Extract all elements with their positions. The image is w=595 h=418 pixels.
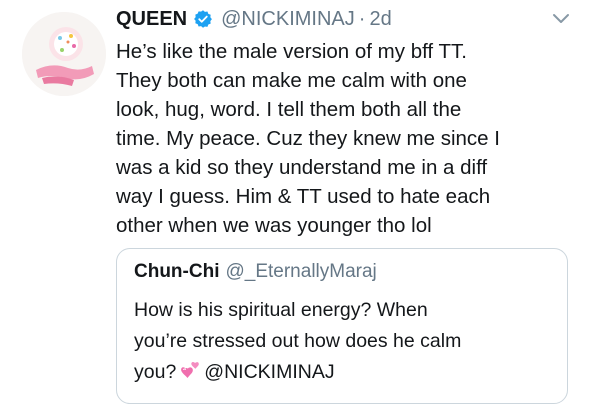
timestamp[interactable]: 2d — [369, 8, 391, 31]
tweet-text-line: was a kid so they understand me in a dif… — [116, 156, 488, 179]
avatar[interactable] — [22, 12, 106, 96]
quoted-text-fragment: you? — [134, 361, 177, 383]
tweet-text-line: way I guess. Him & TT used to hate each — [116, 185, 491, 208]
tweet-text-line: time. My peace. Cuz they knew me since I — [116, 127, 500, 150]
tweet-text: He’s like the male version of my bff TT.… — [116, 37, 580, 240]
quoted-text-line: How is his spiritual energy? When — [134, 299, 428, 321]
avatar-image — [22, 12, 106, 96]
two-hearts-emoji-icon — [180, 360, 202, 380]
quoted-tweet-header: Chun-Chi @_EternallyMaraj — [134, 261, 377, 283]
tweet-header: QUEEN @NICKIMINAJ · 2d — [116, 5, 392, 33]
quoted-user-handle[interactable]: @_EternallyMaraj — [225, 261, 376, 282]
tweet-text-line: other when we was younger tho lol — [116, 214, 432, 237]
tweet-text-line: look, hug, word. I tell them both all th… — [116, 98, 462, 121]
display-name[interactable]: QUEEN — [116, 8, 187, 31]
quoted-text-line-last: you? @NICKIMINAJ — [134, 357, 559, 388]
tweet-card: QUEEN @NICKIMINAJ · 2d He’s like the mal… — [0, 0, 595, 418]
quoted-display-name[interactable]: Chun-Chi — [134, 261, 219, 282]
quoted-mention[interactable]: @NICKIMINAJ — [204, 361, 334, 383]
separator-dot: · — [358, 7, 366, 30]
quoted-tweet-text: How is his spiritual energy? When you’re… — [134, 295, 559, 388]
tweet-text-line: He’s like the male version of my bff TT. — [116, 40, 467, 63]
user-handle[interactable]: @NICKIMINAJ — [221, 8, 355, 31]
quoted-tweet[interactable]: Chun-Chi @_EternallyMaraj How is his spir… — [116, 248, 568, 404]
verified-badge-icon — [193, 9, 213, 29]
quoted-text-line: you’re stressed out how does he calm — [134, 330, 462, 352]
chevron-down-icon[interactable] — [551, 12, 571, 26]
tweet-text-line: They both can make me calm with one — [116, 69, 467, 92]
